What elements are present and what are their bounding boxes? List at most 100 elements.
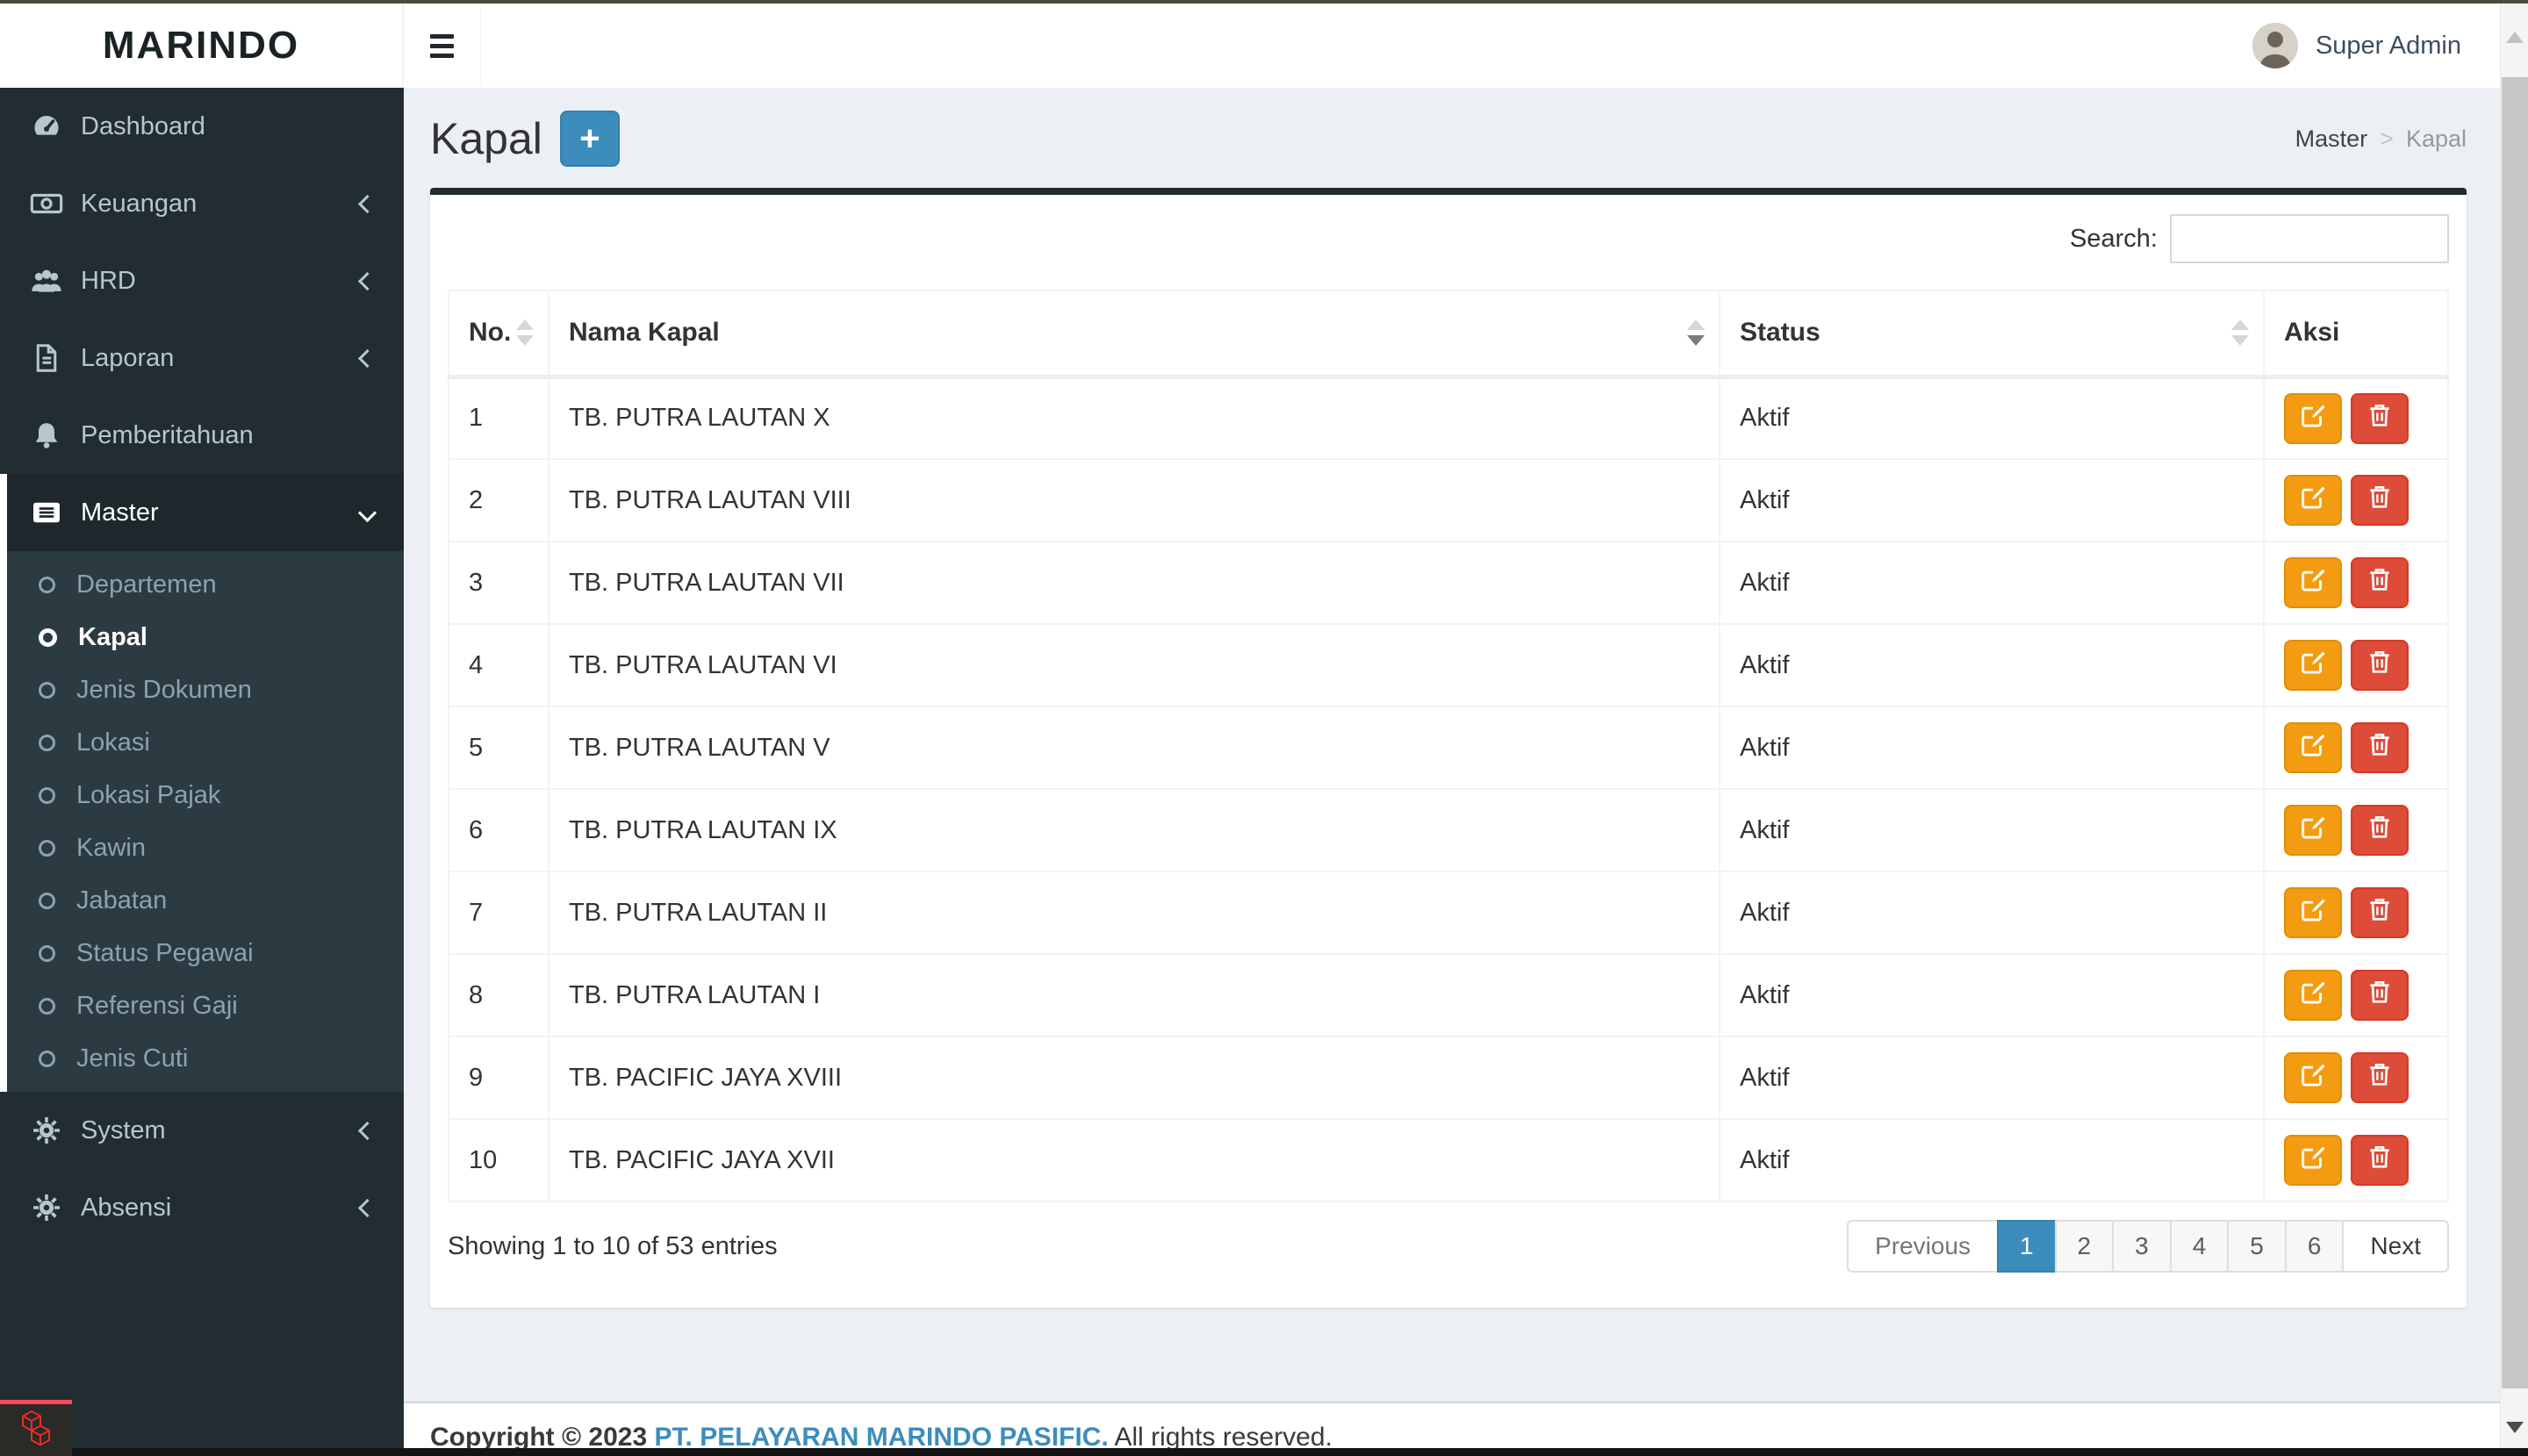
gear-icon <box>26 1115 67 1146</box>
scrollbar-thumb[interactable] <box>2502 77 2528 1388</box>
sidebar-item-label: Laporan <box>81 344 174 373</box>
sidebar-subitem-jenis-dokumen[interactable]: Jenis Dokumen <box>7 663 404 716</box>
scroll-down-arrow-icon[interactable] <box>2506 1422 2524 1433</box>
cell-nama-kapal: TB. PUTRA LAUTAN VI <box>549 624 1720 706</box>
pagination-next-button[interactable]: Next <box>2342 1220 2449 1273</box>
pagination-page-5[interactable]: 5 <box>2227 1220 2287 1273</box>
sidebar-toggle-button[interactable] <box>404 4 481 88</box>
table-row: 1 TB. PUTRA LAUTAN X Aktif <box>449 377 2448 459</box>
cell-nama-kapal: TB. PUTRA LAUTAN V <box>549 706 1720 789</box>
pagination-previous-button[interactable]: Previous <box>1847 1220 1999 1273</box>
trash-icon <box>2366 648 2394 683</box>
brand-logo[interactable]: MARINDO <box>0 4 404 88</box>
edit-icon <box>2298 977 2328 1014</box>
list-icon <box>26 497 67 528</box>
sidebar-item-dashboard[interactable]: Dashboard <box>0 88 404 165</box>
sidebar-subitem-lokasi[interactable]: Lokasi <box>7 716 404 769</box>
column-header-label: Status <box>1740 318 1821 347</box>
user-menu[interactable]: Super Admin <box>2252 4 2461 88</box>
delete-button[interactable] <box>2351 640 2409 691</box>
pagination-page-3[interactable]: 3 <box>2112 1220 2172 1273</box>
delete-button[interactable] <box>2351 805 2409 856</box>
delete-button[interactable] <box>2351 887 2409 938</box>
pagination-page-6[interactable]: 6 <box>2285 1220 2345 1273</box>
cell-no: 2 <box>449 459 549 542</box>
sidebar-item-label: Master <box>81 498 159 527</box>
edit-button[interactable] <box>2284 805 2342 856</box>
cell-status: Aktif <box>1720 459 2264 542</box>
sidebar-subitem-label: Kapal <box>78 623 147 652</box>
sidebar-item-label: System <box>81 1116 166 1145</box>
laravel-icon <box>19 1409 53 1452</box>
delete-button[interactable] <box>2351 393 2409 444</box>
cell-no: 10 <box>449 1119 549 1201</box>
cell-aksi <box>2264 954 2448 1036</box>
edit-button[interactable] <box>2284 1135 2342 1186</box>
circle-icon <box>39 945 55 962</box>
sidebar-subitem-departemen[interactable]: Departemen <box>7 558 404 611</box>
laravel-debugbar-toggle[interactable] <box>0 1400 72 1456</box>
sort-desc-icon <box>1687 319 1705 346</box>
sidebar-item-label: Absensi <box>81 1194 171 1223</box>
kapal-table: No. Nama Kapal Status Aksi <box>448 290 2449 1202</box>
add-kapal-button[interactable]: + <box>560 111 620 167</box>
sidebar-subitem-label: Jenis Cuti <box>76 1044 188 1073</box>
edit-button[interactable] <box>2284 640 2342 691</box>
delete-button[interactable] <box>2351 1052 2409 1103</box>
search-label: Search: <box>2070 225 2158 254</box>
edit-button[interactable] <box>2284 557 2342 608</box>
breadcrumb-master[interactable]: Master <box>2295 126 2368 153</box>
chevron-down-icon <box>358 503 377 521</box>
delete-button[interactable] <box>2351 475 2409 526</box>
sidebar-item-keuangan[interactable]: Keuangan <box>0 165 404 242</box>
delete-button[interactable] <box>2351 1135 2409 1186</box>
delete-button[interactable] <box>2351 722 2409 773</box>
edit-button[interactable] <box>2284 722 2342 773</box>
cell-no: 5 <box>449 706 549 789</box>
sidebar-item-pemberitahuan[interactable]: Pemberitahuan <box>0 397 404 474</box>
edit-icon <box>2298 482 2328 519</box>
table-row: 8 TB. PUTRA LAUTAN I Aktif <box>449 954 2448 1036</box>
delete-button[interactable] <box>2351 970 2409 1021</box>
trash-icon <box>2366 565 2394 600</box>
sidebar-subitem-lokasi-pajak[interactable]: Lokasi Pajak <box>7 769 404 821</box>
pagination-page-4[interactable]: 4 <box>2170 1220 2230 1273</box>
search-row: Search: <box>448 214 2449 263</box>
sidebar-subitem-jabatan[interactable]: Jabatan <box>7 874 404 927</box>
sidebar-subitem-jenis-cuti[interactable]: Jenis Cuti <box>7 1032 404 1085</box>
edit-button[interactable] <box>2284 1052 2342 1103</box>
scroll-up-arrow-icon[interactable] <box>2506 32 2524 43</box>
edit-button[interactable] <box>2284 393 2342 444</box>
sidebar-item-system[interactable]: System <box>0 1092 404 1169</box>
table-row: 3 TB. PUTRA LAUTAN VII Aktif <box>449 542 2448 624</box>
cell-nama-kapal: TB. PUTRA LAUTAN IX <box>549 789 1720 871</box>
sidebar-subitem-label: Status Pegawai <box>76 939 254 968</box>
sidebar-item-laporan[interactable]: Laporan <box>0 319 404 397</box>
column-header-nama-kapal[interactable]: Nama Kapal <box>549 290 1720 377</box>
cell-status: Aktif <box>1720 706 2264 789</box>
sidebar-subitem-kawin[interactable]: Kawin <box>7 821 404 874</box>
cell-aksi <box>2264 789 2448 871</box>
cell-status: Aktif <box>1720 871 2264 954</box>
user-name: Super Admin <box>2316 32 2461 61</box>
sidebar-group-master: Master Departemen Kapal Jenis Dokumen <box>0 474 404 1092</box>
column-header-no[interactable]: No. <box>449 290 549 377</box>
sidebar-item-absensi[interactable]: Absensi <box>0 1169 404 1246</box>
breadcrumb: Master > Kapal <box>2295 126 2467 153</box>
sidebar-subitem-referensi-gaji[interactable]: Referensi Gaji <box>7 979 404 1032</box>
sidebar-subitem-status-pegawai[interactable]: Status Pegawai <box>7 927 404 979</box>
sidebar-item-hrd[interactable]: HRD <box>0 242 404 319</box>
edit-button[interactable] <box>2284 887 2342 938</box>
page-scrollbar[interactable] <box>2500 0 2528 1456</box>
pagination-page-1[interactable]: 1 <box>1997 1220 2057 1273</box>
sidebar-item-label: HRD <box>81 267 136 296</box>
trash-icon <box>2366 401 2394 436</box>
pagination-page-2[interactable]: 2 <box>2055 1220 2115 1273</box>
edit-button[interactable] <box>2284 475 2342 526</box>
search-input[interactable] <box>2170 214 2449 263</box>
delete-button[interactable] <box>2351 557 2409 608</box>
edit-button[interactable] <box>2284 970 2342 1021</box>
sidebar-item-master[interactable]: Master <box>7 474 404 551</box>
sidebar-subitem-kapal[interactable]: Kapal <box>7 611 404 663</box>
column-header-status[interactable]: Status <box>1720 290 2264 377</box>
